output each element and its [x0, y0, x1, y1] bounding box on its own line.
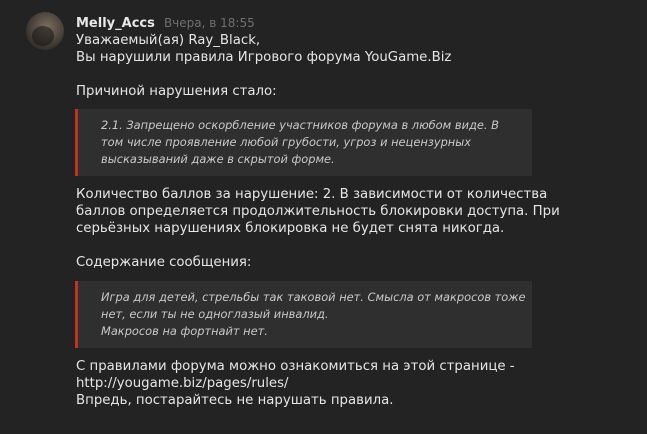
rules-intro: С правилами форума можно ознакомиться на… — [76, 359, 515, 374]
message-timestamp[interactable]: Вчера, в 18:55 — [164, 16, 255, 30]
reason-heading: Причиной нарушения стало: — [76, 84, 277, 99]
points-text-line: Количество баллов за нарушение: 2. В зав… — [76, 187, 548, 202]
points-text-line: баллов определяется продолжительность бл… — [76, 204, 560, 219]
message-body: Уважаемый(ая) Ray_Black, Вы нарушили пра… — [75, 32, 560, 409]
content-quote-line: Игра для детей, стрельбы так таковой нет… — [101, 290, 526, 304]
greeting-text: Уважаемый(ая) Ray_Black, — [76, 33, 261, 48]
content-quote: Игра для детей, стрельбы так таковой нет… — [75, 281, 532, 348]
rule-quote-line: 2.1. Запрещено оскорбление участников фо… — [101, 118, 499, 132]
rule-quote-line: том числе проявление любой грубости, угр… — [101, 135, 471, 149]
points-text-line: серьёзных нарушениях блокировка не будет… — [76, 221, 505, 236]
content-quote-line: нет, если ты не одноглазый инвалид. — [101, 307, 329, 321]
content-heading: Содержание сообщения: — [76, 255, 252, 270]
violation-notice: Вы нарушили правила Игрового форума YouG… — [76, 50, 452, 65]
rule-quote-line: высказываний даже в скрытой форме. — [101, 152, 335, 166]
username-link[interactable]: Melly_Accs — [76, 16, 155, 31]
message-header: Melly_Accs Вчера, в 18:55 — [76, 12, 255, 31]
avatar-image — [32, 26, 54, 46]
closing-text: Впредь, постарайтесь не нарушать правила… — [76, 393, 394, 408]
rules-link[interactable]: http://yougame.biz/pages/rules/ — [76, 375, 534, 392]
rule-quote: 2.1. Запрещено оскорбление участников фо… — [75, 109, 532, 176]
avatar[interactable] — [26, 12, 64, 50]
content-quote-line: Макросов на фортнайт нет. — [101, 324, 268, 338]
